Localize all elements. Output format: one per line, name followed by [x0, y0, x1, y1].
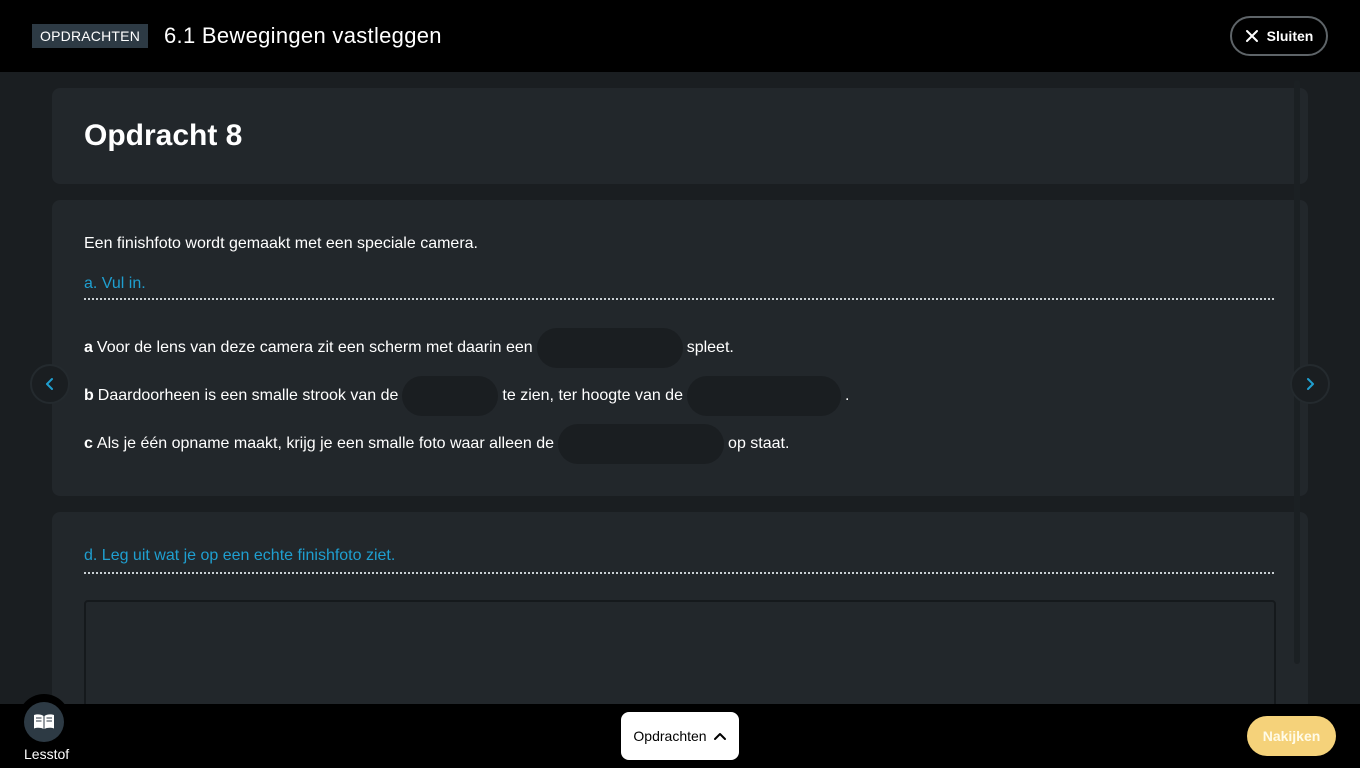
- lesstof-button[interactable]: [24, 702, 64, 742]
- assignment-title-card: Opdracht 8: [52, 88, 1308, 184]
- dotted-divider: [84, 298, 1274, 300]
- section-d-label: d. Leg uit wat je op een echte finishfot…: [84, 547, 396, 564]
- close-label: Sluiten: [1266, 28, 1314, 44]
- assignment-title: Opdracht 8: [84, 119, 243, 152]
- lesstof-label: Lesstof: [24, 746, 70, 762]
- opdrachten-label: Opdrachten: [633, 728, 707, 744]
- dotted-divider: [84, 572, 1274, 574]
- line-text: .: [844, 387, 850, 404]
- section-a-label: a. Vul in.: [84, 275, 146, 292]
- question-intro: Een finishfoto wordt gemaakt met een spe…: [84, 235, 478, 252]
- fill-line-b: b Daardoorheen is een smalle strook van …: [84, 376, 849, 416]
- line-text: te zien, ter hoogte van de: [502, 387, 683, 404]
- line-letter: a: [84, 339, 93, 356]
- previous-button[interactable]: [30, 364, 70, 404]
- question-card: Een finishfoto wordt gemaakt met een spe…: [52, 200, 1308, 496]
- line-text: Als je één opname maakt, krijg je een sm…: [96, 435, 555, 452]
- line-text: spleet.: [686, 339, 734, 356]
- next-button[interactable]: [1290, 364, 1330, 404]
- book-icon: [34, 714, 54, 729]
- fill-line-c: c Als je één opname maakt, krijg je een …: [84, 424, 789, 464]
- opdrachten-button[interactable]: Opdrachten: [621, 712, 739, 760]
- answer-gap[interactable]: [558, 424, 725, 464]
- close-button[interactable]: Sluiten: [1230, 16, 1328, 56]
- answer-gap[interactable]: [686, 376, 841, 416]
- close-icon: [1245, 30, 1258, 42]
- top-bar: OPDRACHTEN 6.1 Bewegingen vastleggen Slu…: [0, 0, 1360, 72]
- line-letter: b: [84, 387, 94, 404]
- line-text: Daardoorheen is een smalle strook van de: [97, 387, 399, 404]
- fill-line-a: a Voor de lens van deze camera zit een s…: [84, 328, 734, 368]
- section-badge: OPDRACHTEN: [32, 24, 149, 48]
- chevron-right-icon: [1307, 378, 1314, 390]
- answer-gap[interactable]: [402, 376, 499, 416]
- chevron-left-icon: [46, 378, 53, 390]
- line-text: Voor de lens van deze camera zit een sch…: [96, 339, 533, 356]
- line-letter: c: [84, 435, 93, 452]
- answer-gap[interactable]: [536, 328, 683, 368]
- nakijken-button[interactable]: Nakijken: [1247, 716, 1336, 756]
- line-text: op staat.: [728, 435, 790, 452]
- chevron-up-icon: [713, 733, 726, 740]
- question-d-card: d. Leg uit wat je op een echte finishfot…: [52, 512, 1308, 740]
- page-title: 6.1 Bewegingen vastleggen: [164, 23, 442, 48]
